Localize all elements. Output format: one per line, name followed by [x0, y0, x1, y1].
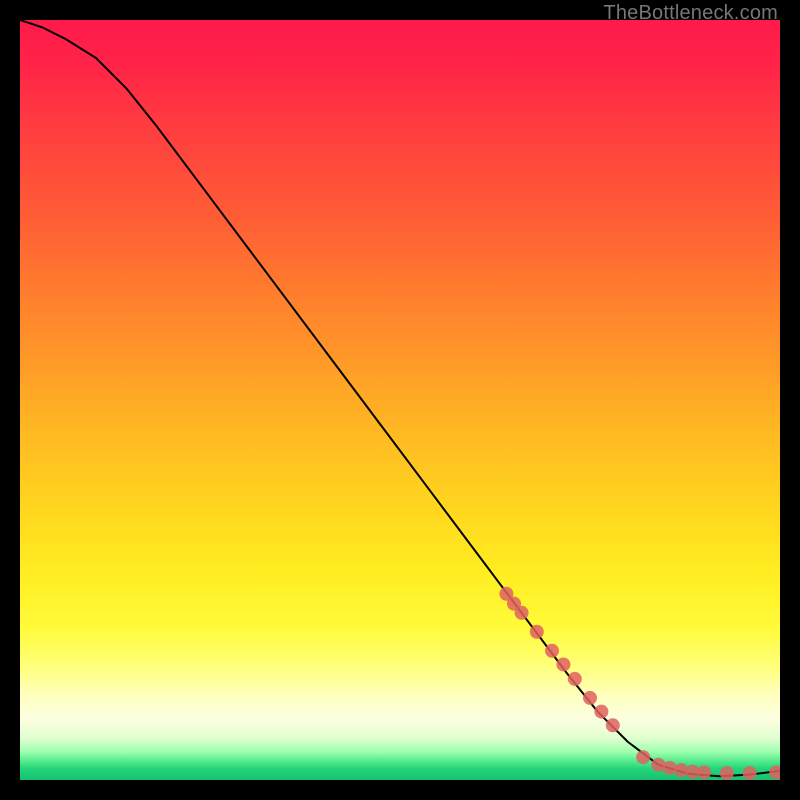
chart-frame: TheBottleneck.com — [0, 0, 800, 800]
point-highlighted-points — [606, 718, 620, 732]
point-highlighted-points — [720, 766, 734, 780]
point-highlighted-points — [530, 625, 544, 639]
watermark-text: TheBottleneck.com — [603, 2, 778, 25]
point-highlighted-points — [594, 705, 608, 719]
gradient-background — [20, 20, 780, 780]
point-highlighted-points — [636, 750, 650, 764]
point-highlighted-points — [556, 657, 570, 671]
plot-area — [20, 20, 780, 780]
chart-canvas — [20, 20, 780, 780]
point-highlighted-points — [583, 691, 597, 705]
point-highlighted-points — [545, 644, 559, 658]
point-highlighted-points — [515, 606, 529, 620]
point-highlighted-points — [743, 766, 757, 780]
point-highlighted-points — [697, 765, 711, 779]
point-highlighted-points — [568, 672, 582, 686]
